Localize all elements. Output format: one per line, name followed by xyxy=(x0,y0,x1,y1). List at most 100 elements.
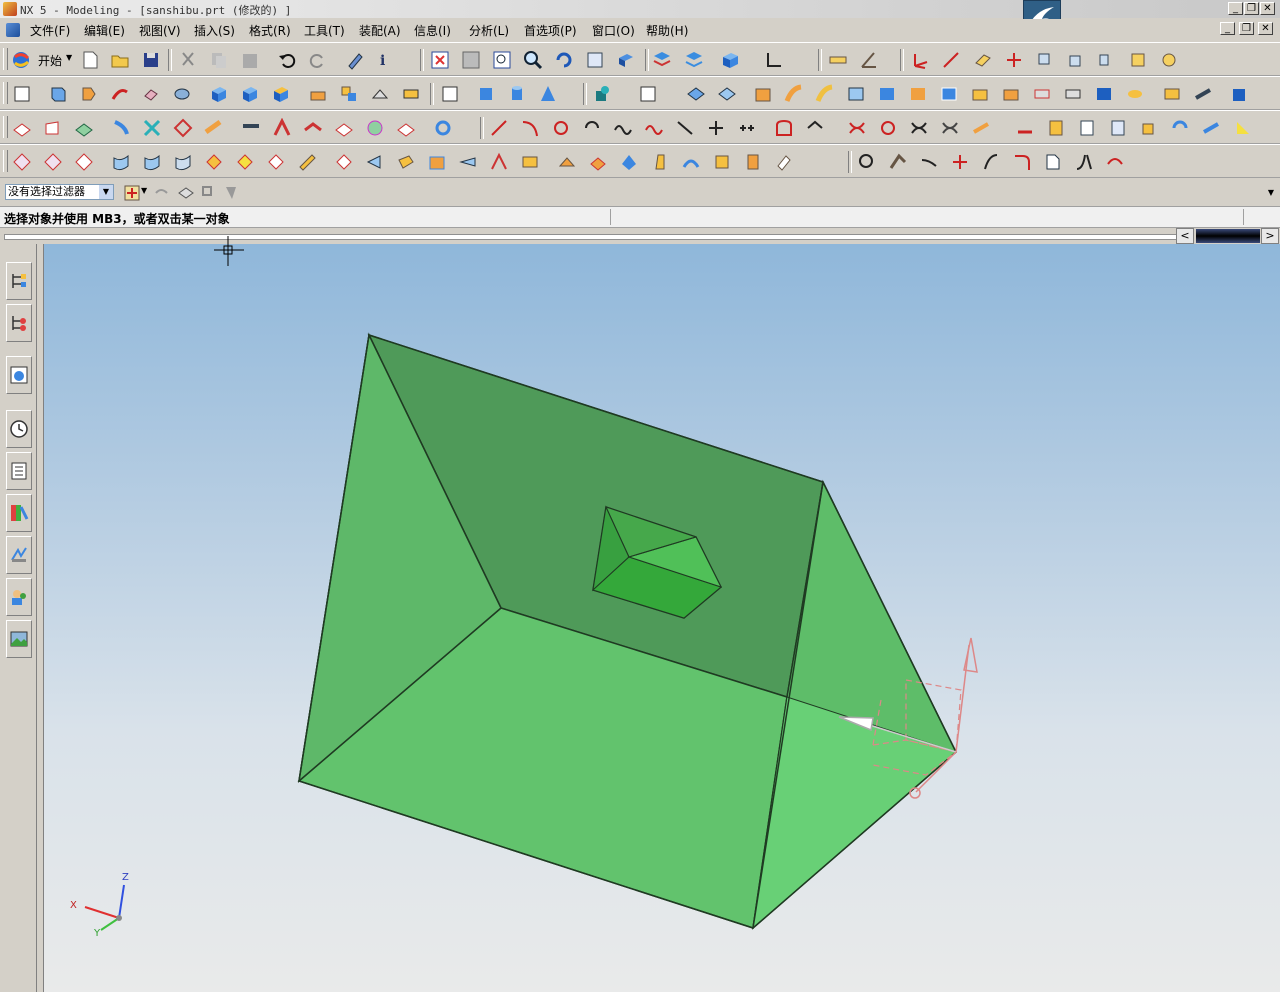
minimize-button[interactable]: _ xyxy=(1228,2,1243,15)
internet-explorer-tab[interactable] xyxy=(6,356,32,394)
studio-spline-icon[interactable] xyxy=(644,118,664,138)
swept-surface-icon[interactable] xyxy=(111,118,131,138)
slot-icon[interactable] xyxy=(1032,84,1052,104)
section-surface-icon[interactable] xyxy=(142,118,162,138)
doc-minimize-button[interactable]: _ xyxy=(1220,22,1235,35)
block-face-icon[interactable] xyxy=(271,84,291,104)
arc-icon[interactable] xyxy=(520,118,540,138)
fillet-icon[interactable] xyxy=(1012,152,1032,172)
quilt-icon[interactable] xyxy=(334,118,354,138)
boolean-intersect-icon[interactable] xyxy=(370,84,390,104)
view-orientation-icon[interactable] xyxy=(720,50,740,70)
horizontal-scrollbar[interactable]: < > xyxy=(0,228,1280,244)
circle-icon[interactable] xyxy=(551,118,571,138)
selection-info-icon[interactable]: i xyxy=(376,50,396,70)
cylinder-icon[interactable] xyxy=(507,84,527,104)
scroll-right-icon[interactable]: > xyxy=(1261,228,1279,244)
menu-help[interactable]: 帮助(H) xyxy=(646,22,688,39)
pattern-icon[interactable] xyxy=(401,84,421,104)
trim-body-icon[interactable] xyxy=(784,84,804,104)
ruled-face-icon[interactable] xyxy=(489,152,509,172)
edge-blend-icon[interactable] xyxy=(593,84,613,104)
change-edge-icon[interactable] xyxy=(712,152,732,172)
cut-icon[interactable] xyxy=(178,50,198,70)
shell-icon[interactable] xyxy=(686,84,706,104)
playback-icon[interactable] xyxy=(334,152,354,172)
start-button[interactable]: 开始 ▼ xyxy=(10,49,72,71)
curve-length-icon[interactable] xyxy=(1139,118,1159,138)
i-form-icon[interactable] xyxy=(588,152,608,172)
offset-surface-icon[interactable] xyxy=(303,118,323,138)
layer-settings-icon[interactable] xyxy=(652,50,672,70)
isoparametric-curve-icon[interactable] xyxy=(971,118,991,138)
select-feature-icon[interactable] xyxy=(199,183,217,201)
tube-icon[interactable] xyxy=(141,84,161,104)
sweep-icon[interactable] xyxy=(110,84,130,104)
type-filter-select[interactable]: 没有选择过滤器 ▼ xyxy=(5,184,114,200)
extract-curve-icon[interactable] xyxy=(940,118,960,138)
point-set-icon[interactable] xyxy=(706,118,726,138)
smooth-spline-icon[interactable] xyxy=(1201,118,1221,138)
quick-extend-icon[interactable] xyxy=(981,152,1001,172)
quick-trim-icon[interactable] xyxy=(950,152,970,172)
block-icon[interactable] xyxy=(209,84,229,104)
scale-icon[interactable] xyxy=(1128,50,1148,70)
change-stiffness-icon[interactable] xyxy=(681,152,701,172)
edit-object-display-icon[interactable] xyxy=(345,50,365,70)
section-analysis-icon[interactable] xyxy=(888,152,908,172)
boolean-subtract-icon[interactable] xyxy=(339,84,359,104)
pan-icon[interactable] xyxy=(585,50,605,70)
measure-distance-icon[interactable] xyxy=(828,50,848,70)
trim-curve-icon[interactable] xyxy=(1077,118,1097,138)
copy-icon[interactable] xyxy=(209,50,229,70)
menu-window[interactable]: 窗口(O) xyxy=(592,22,635,39)
trim-sheet-icon[interactable] xyxy=(433,118,453,138)
menu-assembly[interactable]: 装配(A) xyxy=(359,22,401,39)
datum-csys-icon[interactable] xyxy=(910,50,930,70)
group-icon[interactable] xyxy=(1159,50,1179,70)
measure-angle-icon[interactable] xyxy=(859,50,879,70)
select-all-icon[interactable] xyxy=(176,183,194,201)
edit-position-icon[interactable] xyxy=(43,152,63,172)
through-curves-icon[interactable] xyxy=(12,118,32,138)
paste-icon[interactable] xyxy=(240,50,260,70)
menu-information[interactable]: 信息(I) xyxy=(414,22,451,39)
menu-edit[interactable]: 编辑(E) xyxy=(84,22,125,39)
hole-icon[interactable] xyxy=(877,84,897,104)
undo-icon[interactable] xyxy=(277,50,297,70)
ruled-surface-icon[interactable] xyxy=(43,118,63,138)
boss-icon[interactable] xyxy=(908,84,928,104)
patch-icon[interactable] xyxy=(1193,84,1213,104)
reorder-feature-icon[interactable] xyxy=(111,152,131,172)
box-icon[interactable] xyxy=(476,84,496,104)
cylinder-body-icon[interactable] xyxy=(172,84,192,104)
bridge-curve-icon[interactable] xyxy=(1015,118,1035,138)
graphics-window[interactable]: X Y Z xyxy=(43,244,1280,992)
transform-icon[interactable] xyxy=(1035,50,1055,70)
rectangle-icon[interactable] xyxy=(440,84,460,104)
layer-visible-icon[interactable] xyxy=(684,50,704,70)
zoom-icon[interactable] xyxy=(523,50,543,70)
remove-parameters-icon[interactable] xyxy=(235,152,255,172)
sew-icon[interactable] xyxy=(1162,84,1182,104)
snap-point-icon[interactable] xyxy=(122,183,140,201)
instance-icon[interactable] xyxy=(1125,84,1145,104)
menu-view[interactable]: 视图(V) xyxy=(139,22,181,39)
chevron-down-icon[interactable]: ▼ xyxy=(1268,188,1274,197)
change-degree-icon[interactable] xyxy=(650,152,670,172)
point-icon[interactable] xyxy=(1004,50,1024,70)
doc-close-button[interactable]: ✕ xyxy=(1258,22,1273,35)
split-body-icon[interactable] xyxy=(815,84,835,104)
fit-icon[interactable] xyxy=(430,50,450,70)
part-navigator-tab[interactable] xyxy=(6,304,32,342)
delay-update-icon[interactable] xyxy=(266,152,286,172)
move-feature-icon[interactable] xyxy=(74,152,94,172)
extrude-icon[interactable] xyxy=(48,84,68,104)
rotate-icon[interactable] xyxy=(554,50,574,70)
scroll-track[interactable] xyxy=(4,234,1178,240)
mirror-icon[interactable] xyxy=(1097,50,1117,70)
restore-button[interactable]: ❐ xyxy=(1244,2,1259,15)
pocket-icon[interactable] xyxy=(939,84,959,104)
history-palette-tab[interactable] xyxy=(6,620,32,658)
change-direction-icon[interactable] xyxy=(743,152,763,172)
